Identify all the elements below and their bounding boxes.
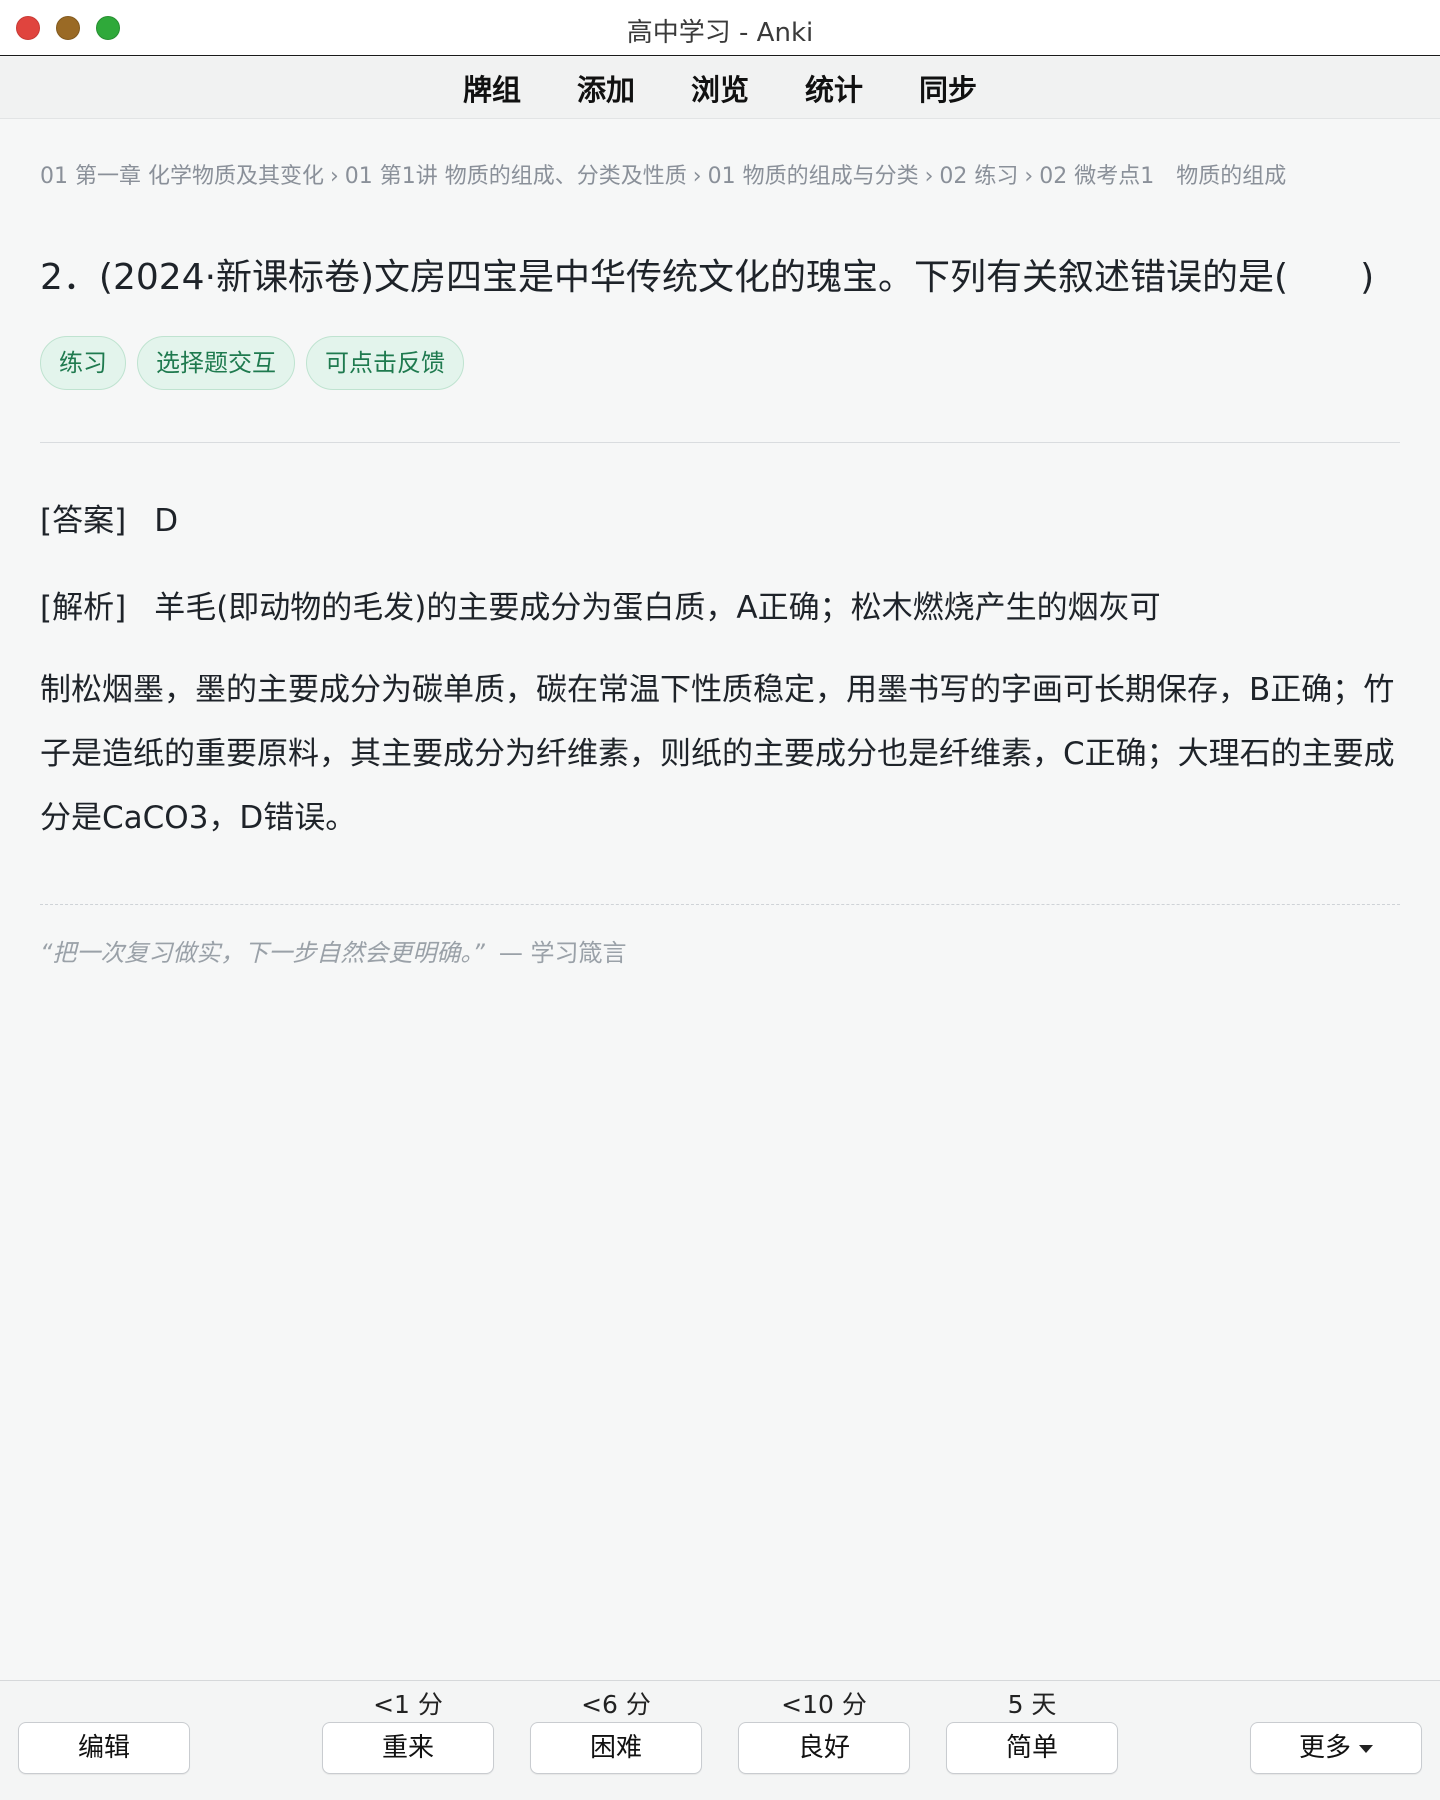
breadcrumb-item: 01 物质的组成与分类 — [707, 164, 919, 189]
toolbar-add[interactable]: 添加 — [577, 67, 635, 109]
breadcrumb-separator: › — [692, 164, 702, 189]
again-interval: <1 分 — [373, 1690, 443, 1719]
answer-divider — [40, 442, 1400, 443]
answer-value: D — [154, 503, 179, 539]
breadcrumb-separator: › — [924, 164, 934, 189]
analysis-label: [解析] — [40, 590, 127, 626]
toolbar-sync[interactable]: 同步 — [919, 67, 977, 109]
main-toolbar: 牌组 添加 浏览 统计 同步 — [0, 57, 1440, 119]
question-text: 2．(2024·新课标卷)文房四宝是中华传统文化的瑰宝。下列有关叙述错误的是( … — [40, 257, 1375, 298]
analysis-block: [解析] 羊毛(即动物的毛发)的主要成分为蛋白质，A正确；松木燃烧产生的烟灰可 制… — [40, 576, 1400, 850]
good-interval: <10 分 — [781, 1690, 867, 1719]
tag-list: 练习 选择题交互 可点击反馈 — [40, 336, 1400, 390]
answer-line: [答案] D — [40, 495, 1400, 540]
motto: “把一次复习做实，下一步自然会更明确。” — 学习箴言 — [40, 933, 1400, 968]
breadcrumb-separator: › — [1024, 164, 1034, 189]
hard-interval: <6 分 — [581, 1690, 651, 1719]
toolbar-browse[interactable]: 浏览 — [691, 67, 749, 109]
breadcrumb-item: 02 练习 — [939, 164, 1019, 189]
tag-chip[interactable]: 选择题交互 — [137, 336, 295, 390]
chevron-down-icon — [1359, 1744, 1373, 1753]
analysis-text: 制松烟墨，墨的主要成分为碳单质，碳在常温下性质稳定，用墨书写的字画可长期保存，B… — [40, 672, 1395, 836]
anki-window: 高中学习 - Anki 牌组 添加 浏览 统计 同步 01 第一章 化学物质及其… — [0, 0, 1440, 1800]
motto-text: “把一次复习做实，下一步自然会更明确。” — [40, 939, 485, 967]
more-button[interactable]: 更多 — [1250, 1722, 1422, 1774]
motto-divider — [40, 904, 1400, 905]
hard-button[interactable]: 困难 — [530, 1722, 702, 1774]
easy-button[interactable]: 简单 — [946, 1722, 1118, 1774]
motto-author: — 学习箴言 — [498, 939, 627, 967]
breadcrumb-item: 01 第一章 化学物质及其变化 — [40, 164, 324, 189]
analysis-first-text: 羊毛(即动物的毛发)的主要成分为蛋白质，A正确；松木燃烧产生的烟灰可 — [154, 590, 1161, 626]
again-button[interactable]: 重来 — [322, 1722, 494, 1774]
answer-label: [答案] — [40, 503, 127, 539]
breadcrumb-item: 01 第1讲 物质的组成、分类及性质 — [344, 164, 687, 189]
analysis-first-line: [解析] 羊毛(即动物的毛发)的主要成分为蛋白质，A正确；松木燃烧产生的烟灰可 — [40, 576, 1400, 640]
more-button-label: 更多 — [1298, 1733, 1351, 1763]
breadcrumb: 01 第一章 化学物质及其变化 › 01 第1讲 物质的组成、分类及性质 › 01 物质… — [40, 158, 1400, 190]
tag-chip[interactable]: 练习 — [40, 336, 126, 390]
review-bottom-bar: 编辑 <1 分 重来 <6 分 困难 <10 分 良好 5 天 简单 更多 — [0, 1680, 1440, 1800]
breadcrumb-separator: › — [329, 164, 339, 189]
easy-interval: 5 天 — [1007, 1690, 1057, 1719]
window-title: 高中学习 - Anki — [626, 18, 814, 48]
toolbar-decks[interactable]: 牌组 — [463, 67, 521, 109]
card-content: 01 第一章 化学物质及其变化 › 01 第1讲 物质的组成、分类及性质 › 01 物质… — [40, 158, 1400, 968]
breadcrumb-item: 02 微考点1 物质的组成 — [1039, 164, 1287, 189]
toolbar-stats[interactable]: 统计 — [805, 67, 863, 109]
good-button[interactable]: 良好 — [738, 1722, 910, 1774]
tag-chip[interactable]: 可点击反馈 — [306, 336, 464, 390]
edit-button[interactable]: 编辑 — [18, 1722, 190, 1774]
title-bar: 高中学习 - Anki — [0, 0, 1440, 56]
